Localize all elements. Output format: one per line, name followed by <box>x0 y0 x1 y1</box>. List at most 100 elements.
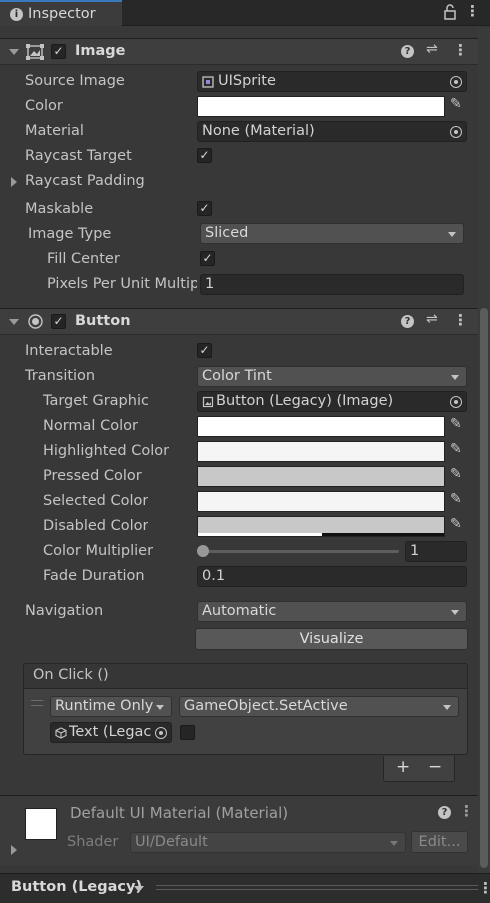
button-enabled-checkbox[interactable]: ✓ <box>51 314 66 329</box>
tab-inspector[interactable]: i Inspector <box>0 0 122 26</box>
eyedropper-icon[interactable]: ✎ <box>450 416 462 432</box>
chevron-down-icon[interactable] <box>134 886 144 892</box>
eyedropper-icon[interactable]: ✎ <box>450 491 462 507</box>
fade-duration-field[interactable]: 0.1 <box>197 566 467 587</box>
target-graphic-value: Button (Legacy) (Image) <box>216 393 394 409</box>
chevron-down-icon <box>156 705 164 710</box>
chevron-down-icon <box>448 232 456 237</box>
drag-handle-icon[interactable] <box>31 700 43 706</box>
image-component-icon <box>26 44 44 60</box>
highlighted-color-swatch[interactable] <box>197 441 445 462</box>
chevron-down-icon <box>390 841 398 846</box>
foldout-arrow-icon[interactable] <box>11 177 17 187</box>
kebab-icon[interactable]: ⋮ <box>465 2 480 20</box>
raycast-target-checkbox[interactable]: ✓ <box>197 148 212 163</box>
pixels-per-unit-field[interactable]: 1 <box>200 274 464 295</box>
event-object-field[interactable]: Text (Legac <box>50 722 172 743</box>
object-picker-icon[interactable] <box>155 727 167 739</box>
foldout-arrow-icon[interactable] <box>9 319 19 325</box>
selected-object-name[interactable]: Button (Legacy) <box>11 879 142 895</box>
kebab-icon[interactable]: ⋮ <box>453 41 468 59</box>
alpha-bar-empty <box>322 533 444 536</box>
button-component-header[interactable]: ✓ Button ? ⇌ ⋮ <box>0 308 478 335</box>
disabled-color-label: Disabled Color <box>43 518 149 534</box>
preview-resize-handle[interactable] <box>156 885 478 886</box>
interactable-checkbox[interactable]: ✓ <box>197 343 212 358</box>
target-graphic-label: Target Graphic <box>43 393 149 409</box>
pixels-per-unit-label: Pixels Per Unit Multip <box>47 276 197 292</box>
eyedropper-icon[interactable]: ✎ <box>450 516 462 532</box>
add-event-button[interactable]: + <box>396 757 410 777</box>
color-multiplier-slider-thumb[interactable] <box>197 545 209 557</box>
component-title: Button <box>75 313 131 329</box>
function-dropdown[interactable]: GameObject.SetActive <box>179 696 459 717</box>
info-icon: i <box>10 7 23 21</box>
target-graphic-field[interactable]: Button (Legacy) (Image) <box>197 391 467 412</box>
help-icon[interactable]: ? <box>438 806 451 819</box>
lock-icon[interactable] <box>444 4 456 20</box>
on-click-header: On Click () <box>23 663 468 689</box>
fade-duration-label: Fade Duration <box>43 568 145 584</box>
image-type-value: Sliced <box>205 225 249 241</box>
kebab-icon[interactable]: ⋮ <box>453 311 468 329</box>
bottom-bar: Button (Legacy) ⋮ <box>0 873 490 903</box>
interactable-label: Interactable <box>25 343 113 359</box>
cube-icon <box>55 727 67 739</box>
selected-color-label: Selected Color <box>43 493 149 509</box>
source-image-label: Source Image <box>25 73 125 89</box>
image-component-header[interactable]: ✓ Image ? ⇌ ⋮ <box>0 38 478 65</box>
material-section: Default UI Material (Material) ? ⋮ Shade… <box>0 795 478 865</box>
eyedropper-icon[interactable]: ✎ <box>450 96 462 112</box>
disabled-color-swatch[interactable] <box>197 516 445 537</box>
fill-center-checkbox[interactable]: ✓ <box>200 251 215 266</box>
transition-dropdown[interactable]: Color Tint <box>197 366 467 387</box>
object-picker-icon[interactable] <box>450 126 462 138</box>
navigation-dropdown[interactable]: Automatic <box>197 601 467 622</box>
color-multiplier-value: 1 <box>410 543 420 559</box>
scrollbar-thumb[interactable] <box>480 308 488 868</box>
pressed-color-swatch[interactable] <box>197 466 445 487</box>
object-picker-icon[interactable] <box>450 76 462 88</box>
object-picker-icon[interactable] <box>450 396 462 408</box>
raycast-target-label: Raycast Target <box>25 148 132 164</box>
pressed-color-label: Pressed Color <box>43 468 142 484</box>
foldout-arrow-icon[interactable] <box>11 845 17 855</box>
help-icon[interactable]: ? <box>401 45 414 58</box>
event-add-remove-box: + − <box>383 756 455 782</box>
material-preview-thumbnail <box>25 808 57 840</box>
raycast-padding-label[interactable]: Raycast Padding <box>25 173 145 189</box>
normal-color-swatch[interactable] <box>197 416 445 437</box>
runtime-dropdown[interactable]: Runtime Only <box>50 696 172 717</box>
eyedropper-icon[interactable]: ✎ <box>450 466 462 482</box>
remove-event-button[interactable]: − <box>428 757 442 777</box>
color-swatch[interactable] <box>197 96 445 117</box>
sprite-icon <box>202 76 214 88</box>
foldout-arrow-icon[interactable] <box>9 49 19 55</box>
event-param-checkbox[interactable] <box>180 725 195 740</box>
source-image-field[interactable]: UISprite <box>197 71 467 92</box>
preview-resize-handle-line <box>156 889 478 890</box>
selected-color-swatch[interactable] <box>197 491 445 512</box>
kebab-icon[interactable]: ⋮ <box>478 879 490 897</box>
material-field[interactable]: None (Material) <box>197 121 467 142</box>
presets-icon[interactable]: ⇌ <box>426 311 438 327</box>
normal-color-label: Normal Color <box>43 418 138 434</box>
image-type-dropdown[interactable]: Sliced <box>200 223 464 244</box>
kebab-icon[interactable]: ⋮ <box>459 802 474 820</box>
eyedropper-icon[interactable]: ✎ <box>450 441 462 457</box>
button-component-icon <box>28 314 43 329</box>
shader-value: UI/Default <box>135 834 208 850</box>
tab-title: Inspector <box>28 6 96 22</box>
transition-label: Transition <box>25 368 96 384</box>
image-enabled-checkbox[interactable]: ✓ <box>51 44 66 59</box>
maskable-checkbox[interactable]: ✓ <box>197 201 212 216</box>
color-multiplier-slider-track[interactable] <box>201 550 399 553</box>
help-icon[interactable]: ? <box>401 315 414 328</box>
function-value: GameObject.SetActive <box>184 698 348 714</box>
material-label: Material <box>25 123 84 139</box>
shader-edit-button: Edit... <box>411 831 468 853</box>
color-multiplier-field[interactable]: 1 <box>405 541 467 562</box>
visualize-button[interactable]: Visualize <box>195 628 468 650</box>
presets-icon[interactable]: ⇌ <box>426 41 438 57</box>
alpha-bar-fill <box>198 533 322 536</box>
